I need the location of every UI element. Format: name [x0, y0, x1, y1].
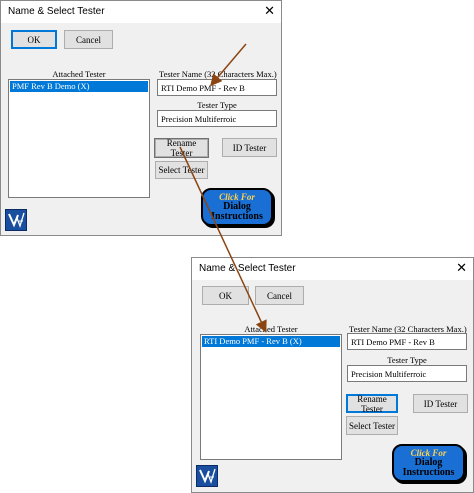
title-bar: Name & Select Tester ✕: [1, 1, 281, 23]
dialog-title: Name & Select Tester: [8, 6, 105, 17]
dialog-instructions-button[interactable]: Click For Dialog Instructions: [201, 188, 273, 226]
tester-name-field[interactable]: RTI Demo PMF - Rev B: [157, 79, 277, 96]
id-tester-button[interactable]: ID Tester: [413, 394, 468, 413]
vision-logo-icon: [5, 209, 27, 231]
tester-type-field: Precision Multiferroic: [157, 110, 277, 127]
id-tester-button[interactable]: ID Tester: [222, 138, 277, 157]
help-instructions-text: Instructions: [211, 211, 263, 222]
tester-name-label: Tester Name (32 Characters Max.): [159, 69, 277, 79]
attached-tester-list[interactable]: PMF Rev B Demo (X): [8, 79, 150, 198]
ok-button[interactable]: OK: [202, 286, 249, 305]
close-icon[interactable]: ✕: [456, 260, 467, 276]
attached-tester-label: Attached Tester: [244, 324, 298, 334]
tester-type-field: Precision Multiferroic: [347, 365, 467, 382]
dialog-instructions-button[interactable]: Click For Dialog Instructions: [392, 444, 465, 482]
select-tester-button[interactable]: Select Tester: [346, 416, 398, 435]
list-item[interactable]: RTI Demo PMF - Rev B (X): [202, 336, 340, 347]
select-tester-button[interactable]: Select Tester: [155, 161, 208, 179]
close-icon[interactable]: ✕: [264, 3, 275, 19]
vision-logo-icon: [196, 465, 218, 487]
dialog-name-select-tester-2: Name & Select Tester ✕ OK Cancel Attache…: [191, 257, 474, 493]
rename-tester-button[interactable]: Rename Tester: [155, 138, 208, 158]
rename-tester-button[interactable]: Rename Tester: [346, 394, 398, 414]
help-instructions-text: Instructions: [402, 467, 455, 478]
tester-type-label: Tester Type: [197, 100, 237, 110]
tester-name-field[interactable]: RTI Demo PMF - Rev B: [347, 333, 467, 350]
cancel-button[interactable]: Cancel: [64, 30, 113, 49]
attached-tester-label: Attached Tester: [52, 69, 106, 79]
title-bar: Name & Select Tester ✕: [192, 258, 473, 280]
attached-tester-list[interactable]: RTI Demo PMF - Rev B (X): [200, 334, 342, 460]
cancel-button[interactable]: Cancel: [255, 286, 304, 305]
tester-type-label: Tester Type: [387, 355, 427, 365]
dialog-title: Name & Select Tester: [199, 263, 296, 274]
ok-button[interactable]: OK: [11, 30, 57, 49]
dialog-name-select-tester-1: Name & Select Tester ✕ OK Cancel Attache…: [0, 0, 282, 236]
list-item[interactable]: PMF Rev B Demo (X): [10, 81, 148, 92]
